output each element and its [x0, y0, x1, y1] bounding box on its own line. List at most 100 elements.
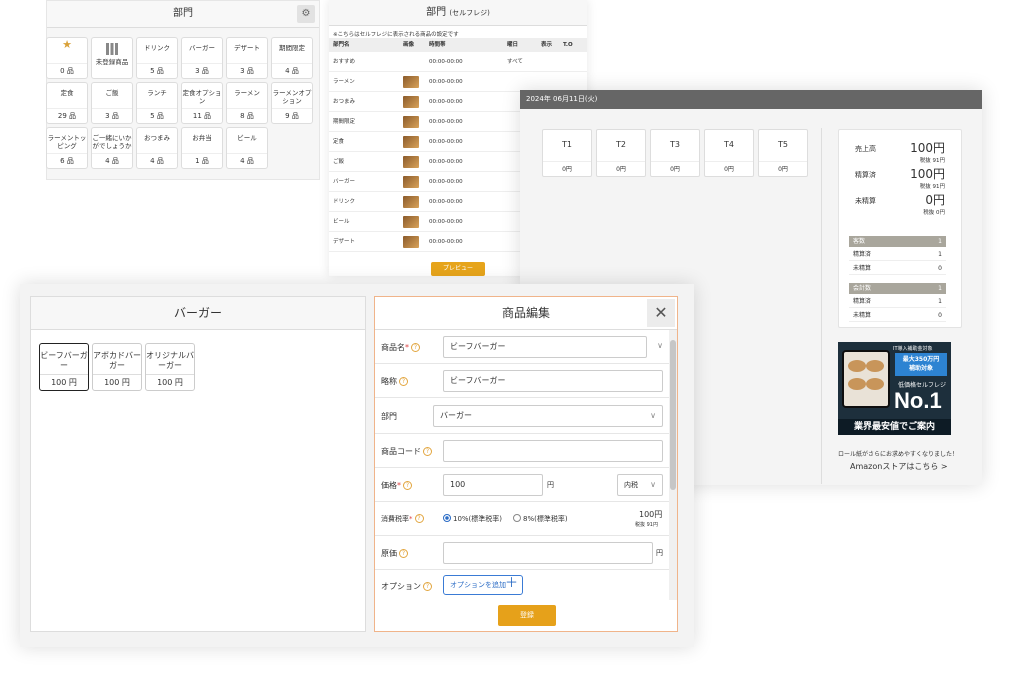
product-tile[interactable]: オリジナルバーガー 100 円 — [145, 343, 195, 391]
chevron-down-icon[interactable]: ∨ — [657, 341, 663, 350]
self-register-note: ※こちらはセルフレジに表示される商品の設定です — [333, 32, 459, 38]
department-tile[interactable]: 未登録商品 — [91, 37, 133, 79]
category-box: バーガー ビーフバーガー 100 円アボカドバーガー 100 円オリジナルバーガー 1… — [30, 296, 366, 632]
help-icon[interactable]: ? — [414, 514, 424, 523]
category-title: バーガー — [31, 297, 365, 330]
short-label: 略称? — [381, 376, 408, 387]
department-tile[interactable]: デザート 3 品 — [226, 37, 268, 79]
department-name: 定食 — [60, 89, 74, 97]
dish-image — [866, 360, 884, 372]
dept-select[interactable]: バーガー ∨ — [433, 405, 663, 427]
department-tile[interactable]: 期間限定 4 品 — [271, 37, 313, 79]
department-header: 部門 ⚙ — [47, 1, 319, 28]
department-tile[interactable]: ラーメンオプション 9 品 — [271, 82, 313, 124]
gear-icon[interactable]: ⚙ — [297, 5, 315, 23]
rate8-radio[interactable]: 8%(標準税率) — [513, 514, 568, 524]
column-header: 時間帯 — [429, 42, 446, 48]
department-tile[interactable]: ドリンク 5 品 — [136, 37, 178, 79]
food-thumbnail — [403, 215, 419, 228]
department-count: 8 品 — [227, 108, 267, 121]
code-input[interactable] — [443, 440, 663, 462]
cost-input[interactable] — [443, 542, 653, 564]
row-time: 00:00-00:00 — [429, 179, 463, 185]
editor-header: 商品編集 ✕ — [375, 297, 677, 330]
department-tile[interactable]: ランチ 5 品 — [136, 82, 178, 124]
short-row: 略称? ビーフバーガー — [375, 364, 669, 398]
dish-image — [866, 378, 884, 390]
product-tile[interactable]: ビーフバーガー 100 円 — [39, 343, 89, 391]
department-name: ご一緒にいかがでしょうか — [92, 134, 132, 150]
table-card[interactable]: T4 0円 — [704, 129, 754, 177]
name-input[interactable]: ビーフバーガー — [443, 336, 647, 358]
checks-label: 会計数 — [853, 285, 872, 292]
scrollbar-thumb[interactable] — [670, 340, 676, 490]
table-card[interactable]: T2 0円 — [596, 129, 646, 177]
help-icon[interactable]: ? — [399, 549, 408, 558]
help-icon[interactable]: ? — [411, 343, 420, 352]
row-name: 定食 — [333, 139, 345, 145]
product-panel: バーガー ビーフバーガー 100 円アボカドバーガー 100 円オリジナルバーガー 1… — [20, 284, 694, 647]
department-tile[interactable]: ビール 4 品 — [226, 127, 268, 169]
help-icon[interactable]: ? — [399, 377, 408, 386]
short-input[interactable]: ビーフバーガー — [443, 370, 663, 392]
help-icon[interactable]: ? — [423, 447, 432, 456]
table-card[interactable]: T3 0円 — [650, 129, 700, 177]
close-icon[interactable]: ✕ — [647, 299, 675, 327]
table-row[interactable]: おすすめ 00:00-00:00 すべて — [329, 52, 587, 72]
unsettled-label: 未精算 — [855, 197, 876, 205]
department-tile[interactable]: ラーメントッピング 6 品 — [46, 127, 88, 169]
guests-bar: 客数 1 — [849, 236, 946, 247]
department-tile[interactable]: お弁当 1 品 — [181, 127, 223, 169]
help-icon[interactable]: ? — [423, 582, 432, 591]
tax-mode-select[interactable]: 内税 ∨ — [617, 474, 663, 496]
food-thumbnail — [403, 115, 419, 128]
department-tile[interactable]: 定食オプション 11 品 — [181, 82, 223, 124]
product-tile[interactable]: アボカドバーガー 100 円 — [92, 343, 142, 391]
row-time: 00:00-00:00 — [429, 199, 463, 205]
food-thumbnail — [403, 195, 419, 208]
department-count: 3 品 — [182, 63, 222, 76]
department-name: ランチ — [147, 89, 167, 97]
scrollbar[interactable] — [669, 330, 677, 600]
dept-value: バーガー — [440, 411, 472, 420]
dish-image — [848, 360, 866, 372]
self-register-ad-banner[interactable]: IT導入補助金対象 最大350万円 補助対象 低価格セルフレジ No.1 業界最… — [838, 342, 951, 435]
price-input[interactable]: 100 — [443, 474, 543, 496]
amazon-link[interactable]: Amazonストアはこちら > — [850, 461, 948, 472]
department-name: ビール — [237, 134, 257, 142]
cost-unit: 円 — [656, 549, 663, 557]
row-image — [403, 212, 429, 231]
grid-icon — [106, 43, 118, 55]
add-option-button[interactable]: オプションを追加＋ — [443, 575, 523, 595]
help-icon[interactable]: ? — [403, 481, 412, 490]
row-name: おつまみ — [333, 99, 356, 105]
cost-label: 原価? — [381, 548, 408, 559]
ad-note: ロール紙がさらにお求めやすくなりました！ — [838, 451, 959, 458]
food-thumbnail — [403, 155, 419, 168]
department-tile[interactable]: おつまみ 4 品 — [136, 127, 178, 169]
table-amount: 0円 — [759, 161, 807, 173]
radio-selected-icon — [443, 514, 451, 522]
product-price: 100 円 — [40, 374, 88, 388]
food-thumbnail — [403, 235, 419, 248]
department-tile[interactable]: ご一緒にいかがでしょうか 4 品 — [91, 127, 133, 169]
department-tile[interactable]: ご飯 3 品 — [91, 82, 133, 124]
rate10-radio[interactable]: 10%(標準税率) — [443, 514, 502, 524]
preview-button[interactable]: プレビュー — [431, 262, 485, 276]
department-tile[interactable]: ★ 0 品 — [46, 37, 88, 79]
table-card[interactable]: T5 0円 — [758, 129, 808, 177]
row-image — [403, 132, 429, 151]
table-card[interactable]: T1 0円 — [542, 129, 592, 177]
department-tile[interactable]: ラーメン 8 品 — [226, 82, 268, 124]
department-count: 1 品 — [182, 153, 222, 166]
chevron-down-icon: ∨ — [650, 480, 656, 489]
row-name: おすすめ — [333, 59, 356, 65]
product-name: オリジナルバーガー — [146, 351, 194, 370]
department-tile[interactable]: バーガー 3 品 — [181, 37, 223, 79]
self-register-subtitle: (セルフレジ) — [449, 9, 490, 17]
row-time: 00:00-00:00 — [429, 59, 463, 65]
table-row[interactable]: ラーメン 00:00-00:00 — [329, 72, 587, 92]
department-tile[interactable]: 定食 29 品 — [46, 82, 88, 124]
name-label: 商品名*? — [381, 342, 420, 353]
register-button[interactable]: 登録 — [498, 605, 556, 626]
